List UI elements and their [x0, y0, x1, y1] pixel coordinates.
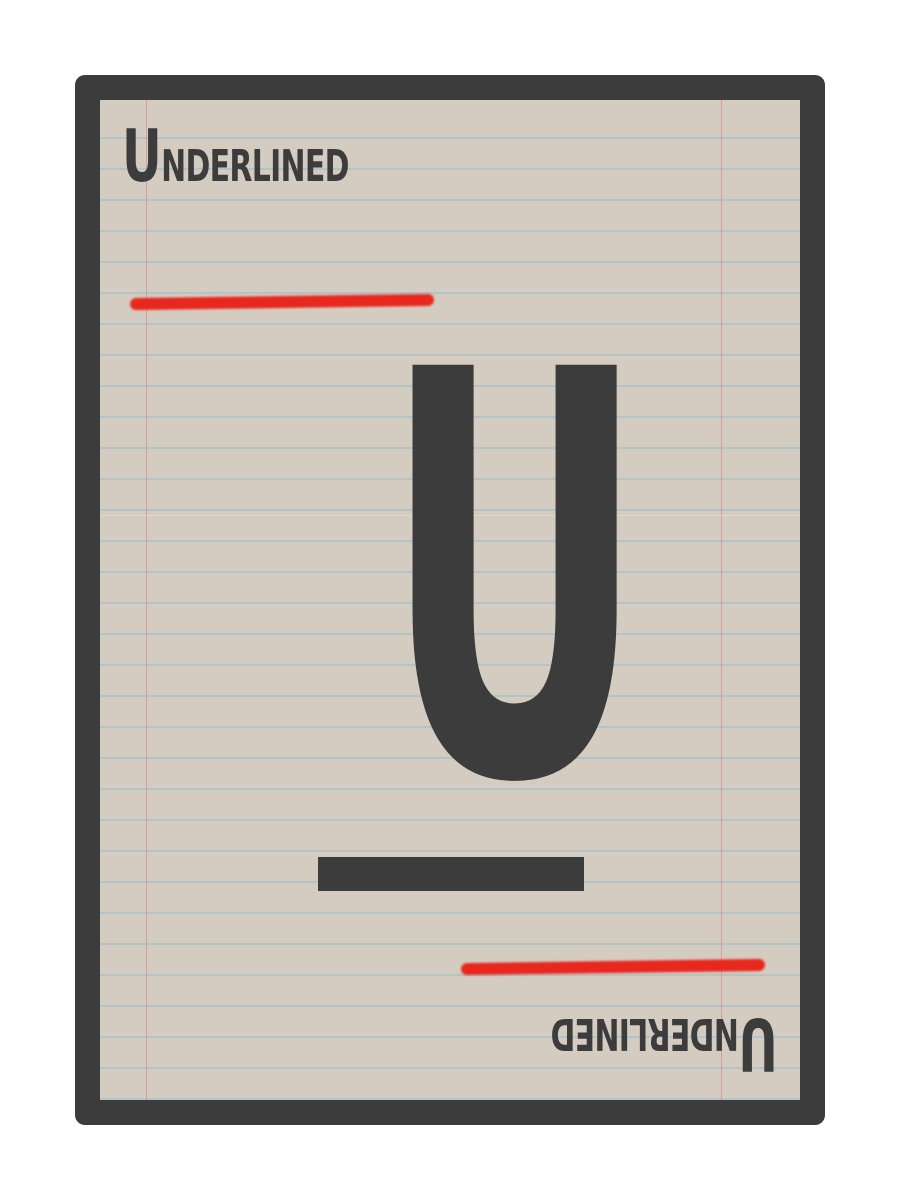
top-word: UNDERLINED	[122, 120, 350, 192]
right-margin-line	[721, 100, 722, 1100]
top-word-rest: NDERLINED	[161, 141, 349, 192]
bottom-word-rest: NDERLINED	[551, 1008, 739, 1059]
center-letter: U	[382, 254, 647, 906]
top-word-initial: U	[122, 114, 162, 198]
bottom-word-initial: U	[738, 1002, 778, 1086]
bottom-word: UNDERLINED	[551, 1002, 778, 1086]
bottom-word-rotated: UNDERLINED	[460, 970, 800, 1100]
lined-paper: UNDERLINED U UNDERLINED	[100, 100, 800, 1100]
flash-card: UNDERLINED U UNDERLINED	[75, 75, 825, 1125]
underscore-bar	[318, 857, 584, 891]
left-margin-line	[146, 100, 147, 1100]
